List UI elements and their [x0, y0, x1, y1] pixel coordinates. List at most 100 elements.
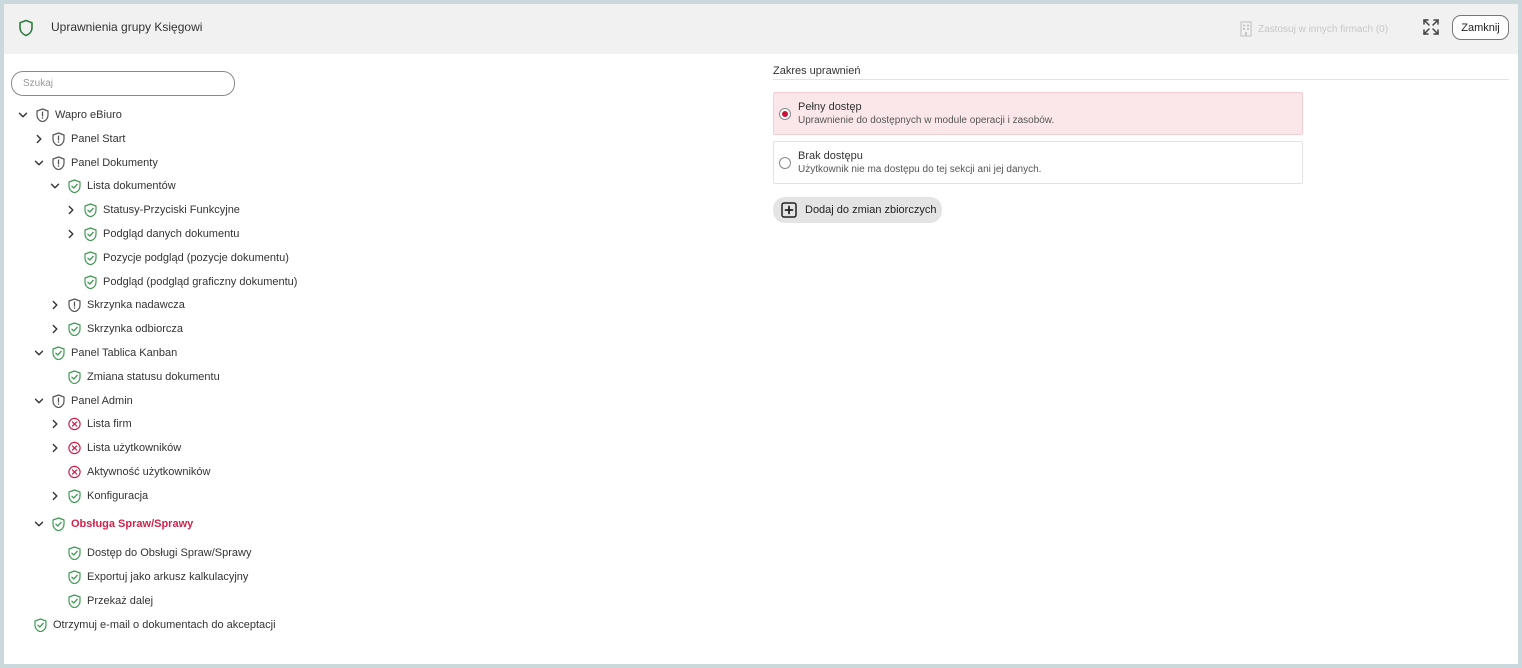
chevron-down-icon[interactable] — [34, 158, 44, 168]
tree-item[interactable]: Panel Admin — [34, 392, 133, 410]
tree-item[interactable]: Pozycje podgląd (pozycje dokumentu) — [66, 249, 289, 267]
tree-item-label: Podgląd (podgląd graficzny dokumentu) — [103, 276, 298, 288]
tree-item-label: Otrzymuj e-mail o dokumentach do akcepta… — [53, 619, 276, 631]
shield-check-icon — [84, 251, 97, 265]
option-no-access[interactable]: Brak dostępu Użytkownik nie ma dostępu d… — [773, 141, 1303, 184]
tree-item-label: Przekaż dalej — [87, 595, 154, 607]
tree-item-label: Exportuj jako arkusz kalkulacyjny — [87, 571, 249, 583]
tree-item[interactable]: Podgląd (podgląd graficzny dokumentu) — [66, 273, 297, 291]
shield-icon — [19, 19, 33, 37]
shield-check-icon — [68, 179, 81, 193]
tree-item-label: Skrzynka odbiorcza — [87, 323, 183, 335]
tree-item[interactable]: Dostęp do Obsługi Spraw/Sprawy — [50, 544, 251, 562]
tree-item[interactable]: Skrzynka nadawcza — [50, 296, 185, 314]
shield-check-icon — [68, 322, 81, 336]
close-button[interactable]: Zamknij — [1452, 15, 1509, 40]
add-to-bulk-changes-button[interactable]: Dodaj do zmian zbiorczych — [773, 197, 942, 223]
tree-item-label: Panel Tablica Kanban — [71, 347, 178, 359]
tree-item-label: Podgląd danych dokumentu — [103, 228, 240, 240]
shield-alert-icon — [36, 108, 49, 122]
option-title: Brak dostępu — [798, 150, 863, 162]
tree-item[interactable]: Panel Start — [34, 130, 125, 148]
divider — [773, 79, 1509, 80]
chevron-right-icon[interactable] — [50, 419, 60, 429]
option-description: Użytkownik nie ma dostępu do tej sekcji … — [798, 164, 1042, 175]
tree-item-label: Obsługa Spraw/Sprawy — [71, 518, 194, 530]
chevron-right-icon[interactable] — [50, 443, 60, 453]
tree-item[interactable]: Konfiguracja — [50, 487, 148, 505]
chevron-down-icon[interactable] — [50, 181, 60, 191]
apply-other-companies-button[interactable]: Zastosuj w innych firmach (0) — [1240, 19, 1388, 39]
tree-item-label: Dostęp do Obsługi Spraw/Sprawy — [87, 547, 252, 559]
tree-item-label: Lista dokumentów — [87, 180, 176, 192]
chevron-right-icon[interactable] — [50, 300, 60, 310]
tree-item-label: Lista firm — [87, 418, 132, 430]
tree-item[interactable]: Obsługa Spraw/Sprawy — [34, 515, 193, 533]
shield-alert-icon — [52, 394, 65, 408]
tree-item-label: Konfiguracja — [87, 490, 149, 502]
chevron-right-icon[interactable] — [66, 205, 76, 215]
option-full-access[interactable]: Pełny dostęp Uprawnienie do dostępnych w… — [773, 92, 1303, 135]
tree-item-label: Pozycje podgląd (pozycje dokumentu) — [103, 252, 289, 264]
shield-check-icon — [52, 517, 65, 531]
shield-alert-icon — [68, 298, 81, 312]
bulk-label: Dodaj do zmian zbiorczych — [805, 204, 937, 216]
tree-item[interactable]: Skrzynka odbiorcza — [50, 320, 183, 338]
chevron-down-icon[interactable] — [18, 110, 28, 120]
building-icon — [1240, 21, 1252, 37]
tree-item-label: Panel Start — [71, 133, 126, 145]
tree-item[interactable]: Lista firm — [50, 415, 132, 433]
shield-alert-icon — [52, 132, 65, 146]
shield-check-icon — [84, 203, 97, 217]
tree-item-label: Aktywność użytkowników — [87, 466, 211, 478]
tree-item[interactable]: Lista użytkowników — [50, 439, 181, 457]
tree-item-label: Lista użytkowników — [87, 442, 182, 454]
tree-item-label: Wapro eBiuro — [55, 109, 122, 121]
scope-title: Zakres uprawnień — [773, 65, 861, 77]
shield-check-icon — [68, 570, 81, 584]
chevron-right-icon[interactable] — [66, 229, 76, 239]
tree-item[interactable]: Przekaż dalej — [50, 592, 153, 610]
shield-check-icon — [84, 275, 97, 289]
radio-full-access[interactable] — [779, 108, 791, 120]
shield-check-icon — [84, 227, 97, 241]
tree-item[interactable]: Panel Tablica Kanban — [34, 344, 177, 362]
expand-icon[interactable] — [1422, 18, 1440, 36]
tree-item-label: Zmiana statusu dokumentu — [87, 371, 220, 383]
apply-label: Zastosuj w innych firmach (0) — [1258, 23, 1389, 35]
x-circle-icon — [68, 417, 81, 431]
option-title: Pełny dostęp — [798, 101, 862, 113]
radio-no-access[interactable] — [779, 157, 791, 169]
option-description: Uprawnienie do dostępnych w module opera… — [798, 115, 1055, 126]
chevron-down-icon[interactable] — [34, 396, 44, 406]
tree-item-label: Panel Admin — [71, 395, 133, 407]
search-input[interactable] — [11, 71, 235, 96]
tree-item-label: Panel Dokumenty — [71, 157, 158, 169]
tree-item[interactable]: Statusy-Przyciski Funkcyjne — [66, 201, 240, 219]
tree-item-label: Skrzynka nadawcza — [87, 299, 185, 311]
chevron-right-icon[interactable] — [50, 324, 60, 334]
tree-item[interactable]: Wapro eBiuro — [18, 106, 122, 124]
shield-check-icon — [68, 594, 81, 608]
tree-item[interactable]: Zmiana statusu dokumentu — [50, 368, 220, 386]
permissions-dialog: Uprawnienia grupy Księgowi Zastosuj w in… — [4, 4, 1518, 664]
tree-item[interactable]: Lista dokumentów — [50, 177, 176, 195]
chevron-right-icon[interactable] — [34, 134, 44, 144]
tree-item[interactable]: Podgląd danych dokumentu — [66, 225, 239, 243]
shield-check-icon — [52, 346, 65, 360]
chevron-down-icon[interactable] — [34, 348, 44, 358]
chevron-down-icon[interactable] — [34, 519, 44, 529]
plus-square-icon — [781, 202, 797, 218]
shield-check-icon — [68, 489, 81, 503]
dialog-header: Uprawnienia grupy Księgowi Zastosuj w in… — [4, 4, 1518, 54]
shield-alert-icon — [52, 156, 65, 170]
tree-item[interactable]: Otrzymuj e-mail o dokumentach do akcepta… — [34, 616, 276, 634]
tree-item-label: Statusy-Przyciski Funkcyjne — [103, 204, 240, 216]
dialog-title: Uprawnienia grupy Księgowi — [51, 20, 203, 34]
tree-item[interactable]: Exportuj jako arkusz kalkulacyjny — [50, 568, 248, 586]
chevron-right-icon[interactable] — [50, 491, 60, 501]
tree-item[interactable]: Panel Dokumenty — [34, 154, 158, 172]
shield-check-icon — [68, 546, 81, 560]
shield-check-icon — [34, 618, 47, 632]
tree-item[interactable]: Aktywność użytkowników — [50, 463, 211, 481]
